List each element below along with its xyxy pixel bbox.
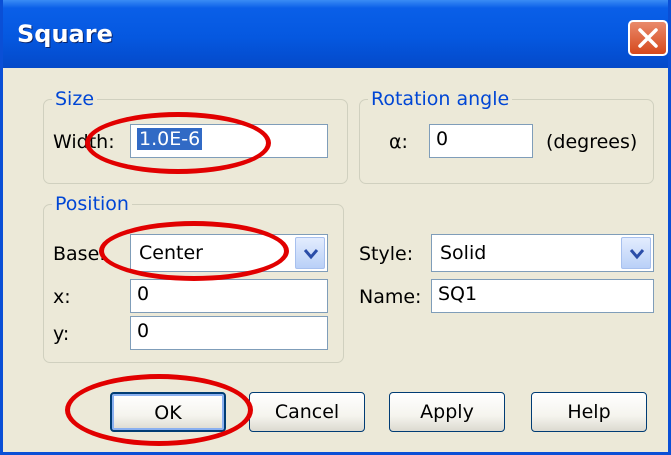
base-value: Center [139, 242, 203, 264]
close-icon [638, 28, 658, 48]
y-label: y: [53, 323, 70, 345]
width-value: 1.0E-6 [137, 128, 203, 150]
width-label: Width: [53, 131, 115, 153]
name-label: Name: [359, 286, 422, 308]
style-label: Style: [359, 243, 414, 265]
y-input[interactable]: 0 [130, 316, 328, 350]
size-legend: Size [55, 88, 95, 110]
rotation-legend: Rotation angle [371, 88, 510, 110]
width-input[interactable]: 1.0E-6 [130, 124, 328, 158]
dialog-title: Square [17, 20, 113, 48]
base-select[interactable]: Center [130, 234, 328, 272]
position-legend: Position [55, 193, 129, 215]
alpha-label: α: [389, 131, 408, 153]
chevron-down-icon [629, 249, 645, 260]
chevron-down-icon [303, 249, 319, 260]
base-dropdown-button[interactable] [295, 237, 325, 269]
ok-button[interactable]: OK [110, 392, 226, 432]
x-label: x: [53, 286, 71, 308]
title-bar[interactable]: Square [3, 0, 668, 68]
apply-button[interactable]: Apply [389, 392, 505, 432]
name-input[interactable]: SQ1 [431, 279, 654, 313]
help-button[interactable]: Help [531, 392, 647, 432]
degrees-label: (degrees) [546, 131, 638, 153]
base-label: Base: [53, 243, 106, 265]
style-value: Solid [440, 242, 487, 264]
alpha-input[interactable]: 0 [429, 124, 533, 158]
square-dialog: Square Size Width: 1.0E-6 Rotation angle… [0, 0, 671, 455]
cancel-button[interactable]: Cancel [249, 392, 365, 432]
style-dropdown-button[interactable] [621, 237, 651, 269]
style-select[interactable]: Solid [431, 234, 654, 272]
x-input[interactable]: 0 [130, 279, 328, 313]
close-button[interactable] [628, 20, 668, 56]
